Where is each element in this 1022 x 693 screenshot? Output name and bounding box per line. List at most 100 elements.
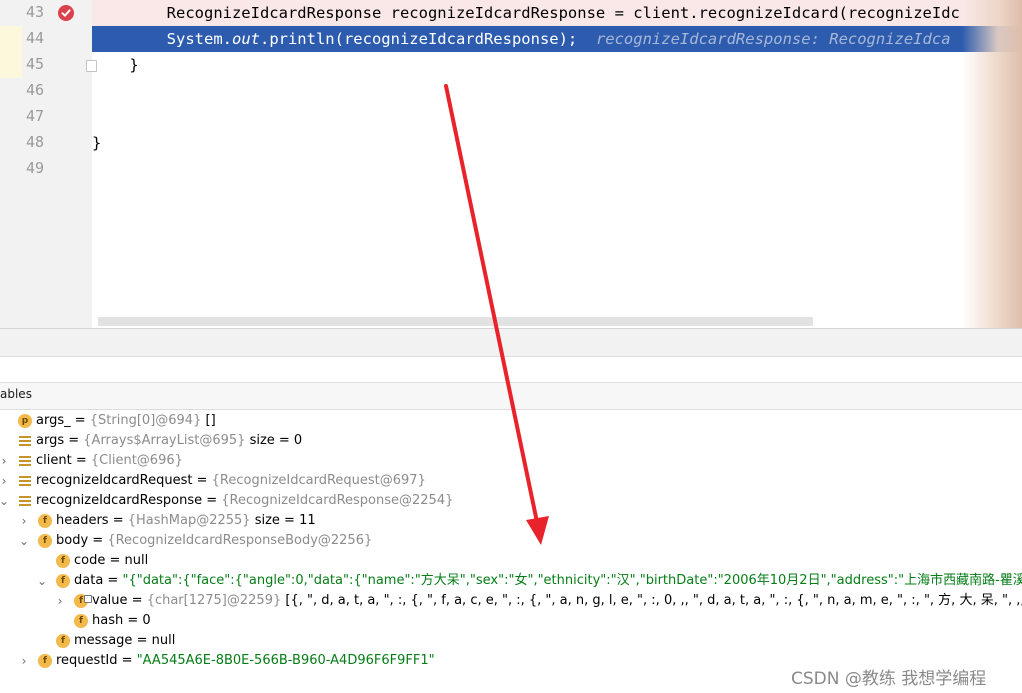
- chevron-right-icon[interactable]: ›: [18, 651, 30, 671]
- variable-text: args_ = {String[0]@694} []: [36, 411, 216, 431]
- variable-row-hash[interactable]: f hash = 0: [0, 611, 1022, 631]
- variable-row-args_[interactable]: p args_ = {String[0]@694} []: [0, 411, 1022, 431]
- variable-text: body = {RecognizeIdcardResponseBody@2256…: [56, 531, 372, 551]
- variable-value: 0: [142, 613, 151, 628]
- code-line[interactable]: [92, 104, 1022, 130]
- variable-name: value: [92, 593, 128, 608]
- variable-name: args_: [36, 413, 71, 428]
- line-number-row[interactable]: 44: [0, 26, 92, 52]
- code-static-field: out: [231, 30, 260, 48]
- variable-row-data[interactable]: ⌄ f data = "{"data":{"face":{"angle":0,"da…: [0, 571, 1022, 591]
- variable-row-recognizeIdcardRequest[interactable]: › recognizeIdcardRequest = {RecognizeIdca…: [0, 471, 1022, 491]
- line-number-row[interactable]: 47: [0, 104, 92, 130]
- variable-reference: {Client@696}: [90, 453, 183, 468]
- assignment-operator: =: [108, 513, 128, 528]
- variable-text: args = {Arrays$ArrayList@695} size = 0: [36, 431, 302, 451]
- code-line[interactable]: }: [92, 52, 1022, 78]
- assignment-operator: =: [70, 413, 90, 428]
- variable-text: requestId = "AA545A6E-8B0E-566B-B960-A4D…: [56, 651, 435, 671]
- variable-reference: {RecognizeIdcardRequest@697}: [211, 473, 426, 488]
- chevron-right-icon[interactable]: ›: [0, 451, 10, 471]
- line-number-row[interactable]: 49: [0, 156, 92, 182]
- variable-name: message: [74, 633, 133, 648]
- local-variable-icon: [18, 434, 32, 448]
- variable-name: body: [56, 533, 89, 548]
- variable-text: hash = 0: [92, 611, 151, 631]
- variable-name: recognizeIdcardResponse: [36, 493, 203, 508]
- variable-text: message = null: [74, 631, 175, 651]
- debug-toolbar: [0, 328, 1022, 357]
- variable-reference: {RecognizeIdcardResponseBody@2256}: [107, 533, 373, 548]
- variable-row-client[interactable]: › client = {Client@696}: [0, 451, 1022, 471]
- assignment-operator: =: [127, 593, 147, 608]
- variable-name: data: [74, 573, 104, 588]
- variable-string-value: "AA545A6E-8B0E-566B-B960-A4D96F6F9FF1": [136, 653, 435, 668]
- variable-text: client = {Client@696}: [36, 451, 183, 471]
- line-number: 44: [26, 29, 45, 47]
- assignment-operator: =: [64, 433, 84, 448]
- assignment-operator: =: [202, 493, 222, 508]
- variable-name: hash: [92, 613, 124, 628]
- assignment-operator: =: [192, 473, 212, 488]
- variables-panel-title: ables: [0, 387, 32, 401]
- line-number: 47: [26, 107, 45, 125]
- line-number-row[interactable]: 48: [0, 130, 92, 156]
- variable-reference: {Arrays$ArrayList@695}: [83, 433, 246, 448]
- code-text: System.: [92, 30, 232, 48]
- parameter-icon: p: [18, 414, 32, 428]
- assignment-operator: =: [103, 573, 123, 588]
- breakpoint-icon[interactable]: [58, 5, 74, 21]
- field-icon: f: [56, 554, 70, 568]
- code-editor[interactable]: 43 44 45 46 47 48 49 RecognizeIdcardResponse r…: [0, 0, 1022, 328]
- assignment-operator: =: [71, 453, 91, 468]
- field-icon: f: [38, 514, 52, 528]
- assignment-operator: =: [117, 653, 137, 668]
- chevron-down-icon[interactable]: ⌄: [36, 571, 48, 591]
- variable-text: value = {char[1275]@2259} [{, ", d, a, t…: [92, 591, 1022, 611]
- line-number-row[interactable]: 46: [0, 78, 92, 104]
- variable-row-code[interactable]: f code = null: [0, 551, 1022, 571]
- variable-row-body[interactable]: ⌄ f body = {RecognizeIdcardResponseBody@22…: [0, 531, 1022, 551]
- chevron-right-icon[interactable]: ›: [0, 471, 10, 491]
- variable-reference: {RecognizeIdcardResponse@2254}: [221, 493, 454, 508]
- line-number-row[interactable]: 43: [0, 0, 92, 26]
- line-number-row[interactable]: 45: [0, 52, 97, 78]
- chevron-right-icon[interactable]: ›: [18, 511, 30, 531]
- current-execution-line[interactable]: System.out.println(recognizeIdcardRespon…: [92, 26, 1022, 52]
- inline-value-hint: recognizeIdcardResponse: RecognizeIdca: [595, 30, 951, 48]
- variable-text: code = null: [74, 551, 148, 571]
- variable-name: args: [36, 433, 65, 448]
- chevron-down-icon[interactable]: ⌄: [0, 491, 10, 511]
- variable-row-args[interactable]: args = {Arrays$ArrayList@695} size = 0: [0, 431, 1022, 451]
- line-number: 48: [26, 133, 45, 151]
- horizontal-scrollbar[interactable]: [98, 317, 813, 326]
- variable-string-value: "{"data":{"face":{"angle":0,"data":{"nam…: [122, 573, 1022, 588]
- code-line[interactable]: [92, 78, 1022, 104]
- local-variable-icon: [18, 454, 32, 468]
- code-text: }: [92, 134, 102, 152]
- field-icon: f: [38, 534, 52, 548]
- variable-row-recognizeIdcardResponse[interactable]: ⌄ recognizeIdcardResponse = {RecognizeIdc…: [0, 491, 1022, 511]
- line-number: 45: [26, 55, 45, 73]
- variable-row-message[interactable]: f message = null: [0, 631, 1022, 651]
- chevron-down-icon[interactable]: ⌄: [18, 531, 30, 551]
- field-icon: f: [74, 614, 88, 628]
- variable-row-headers[interactable]: › f headers = {HashMap@2255} size = 11: [0, 511, 1022, 531]
- variable-reference: {HashMap@2255}: [127, 513, 251, 528]
- assignment-operator: =: [123, 613, 143, 628]
- code-line[interactable]: }: [92, 130, 1022, 156]
- variable-value: size = 0: [245, 433, 303, 448]
- line-number: 46: [26, 81, 45, 99]
- variables-tree[interactable]: p args_ = {String[0]@694} [] args = {Array…: [0, 410, 1022, 693]
- assignment-operator: =: [88, 533, 108, 548]
- field-icon: f: [56, 574, 70, 588]
- breakpoint-line[interactable]: RecognizeIdcardResponse recognizeIdcardR…: [92, 0, 1022, 26]
- line-number: 49: [26, 159, 45, 177]
- variable-value: null: [151, 633, 176, 648]
- chevron-right-icon[interactable]: ›: [54, 591, 66, 611]
- background-photo-edge: [962, 0, 1022, 328]
- variable-value: [{, ", d, a, t, a, ", :, {, ", f, a, c, …: [285, 593, 1022, 608]
- variable-name: requestId: [56, 653, 118, 668]
- code-line[interactable]: [92, 156, 1022, 182]
- variable-row-value[interactable]: › f value = {char[1275]@2259} [{, ", d, a,…: [0, 591, 1022, 611]
